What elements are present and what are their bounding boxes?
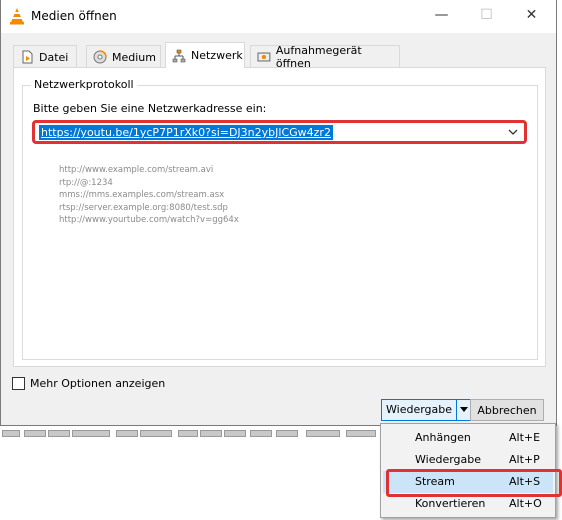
background-window-fragment	[0, 427, 380, 441]
url-input-value[interactable]: https://youtu.be/1ycP7P1rXk0?si=DJ3n2ybJ…	[39, 125, 333, 140]
example-url: http://www.yourtube.com/watch?v=gg64x	[59, 215, 239, 225]
tab-netzwerk[interactable]: Netzwerk	[165, 42, 245, 68]
network-tab-panel: Netzwerkprotokoll Bitte geben Sie eine N…	[13, 67, 546, 367]
tab-medium[interactable]: Medium	[86, 45, 161, 68]
cancel-button[interactable]: Abbrechen	[470, 399, 544, 421]
url-text-area: https://youtu.be/1ycP7P1rXk0?si=DJ3n2ybJ…	[39, 125, 502, 140]
example-url: mms://mms.examples.com/stream.asx	[59, 190, 225, 200]
disc-icon	[93, 50, 107, 64]
vlc-cone-icon	[10, 8, 24, 25]
group-title: Netzwerkprotokoll	[31, 78, 137, 91]
url-prompt-label: Bitte geben Sie eine Netzwerkadresse ein…	[33, 102, 267, 115]
window-title: Medien öffnen	[31, 9, 117, 23]
tab-label: Medium	[112, 50, 156, 64]
example-url: rtsp://server.example.org:8080/test.sdp	[59, 202, 228, 213]
open-media-dialog: Medien öffnen — ☐ ✕ Datei Medium Netzwer…	[0, 0, 557, 426]
maximize-button[interactable]: ☐	[464, 0, 509, 30]
tab-aufnahmegeraet[interactable]: Aufnahmegerät öffnen	[250, 44, 400, 70]
chevron-down-icon[interactable]	[508, 127, 518, 137]
menu-item-shortcut: Alt+O	[509, 497, 542, 510]
menu-item-wiedergabe[interactable]: Wiedergabe Alt+P	[383, 449, 553, 471]
play-dropdown-toggle[interactable]	[457, 400, 472, 420]
menu-item-konvertieren[interactable]: Konvertieren Alt+O	[383, 493, 553, 515]
menu-item-label: Anhängen	[415, 431, 471, 444]
triangle-down-icon	[460, 407, 469, 412]
network-icon	[172, 49, 186, 62]
menu-item-shortcut: Alt+S	[509, 475, 541, 488]
menu-item-anhaengen[interactable]: Anhängen Alt+E	[383, 427, 553, 449]
example-url: rtp://@:1234	[59, 177, 113, 188]
example-url: http://www.example.com/stream.avi	[59, 165, 214, 175]
capture-device-icon	[257, 52, 271, 62]
menu-item-shortcut: Alt+E	[509, 431, 541, 444]
menu-item-label: Stream	[415, 475, 455, 488]
play-options-menu: Anhängen Alt+E Wiedergabe Alt+P Stream A…	[380, 423, 562, 518]
more-options-label: Mehr Optionen anzeigen	[30, 377, 166, 390]
minimize-button[interactable]: —	[419, 0, 464, 30]
play-button[interactable]: Wiedergabe	[382, 400, 458, 420]
tab-datei[interactable]: Datei	[13, 45, 77, 68]
url-examples: http://www.example.com/stream.avi rtp://…	[59, 164, 239, 227]
file-icon	[22, 50, 33, 64]
menu-item-label: Wiedergabe	[415, 453, 482, 466]
menu-item-stream[interactable]: Stream Alt+S	[383, 469, 562, 497]
more-options-checkbox[interactable]	[12, 377, 25, 390]
network-url-combobox[interactable]: https://youtu.be/1ycP7P1rXk0?si=DJ3n2ybJ…	[32, 120, 527, 144]
network-protocol-group: Netzwerkprotokoll Bitte geben Sie eine N…	[22, 78, 538, 360]
tab-label: Netzwerk	[191, 49, 243, 62]
more-options-row[interactable]: Mehr Optionen anzeigen	[12, 377, 165, 390]
close-button[interactable]: ✕	[509, 0, 554, 30]
title-bar[interactable]: Medien öffnen — ☐ ✕	[1, 0, 556, 33]
play-split-button[interactable]: Wiedergabe	[381, 399, 473, 421]
tab-label: Datei	[39, 50, 69, 64]
menu-item-shortcut: Alt+P	[509, 453, 540, 466]
menu-item-label: Konvertieren	[415, 497, 486, 510]
